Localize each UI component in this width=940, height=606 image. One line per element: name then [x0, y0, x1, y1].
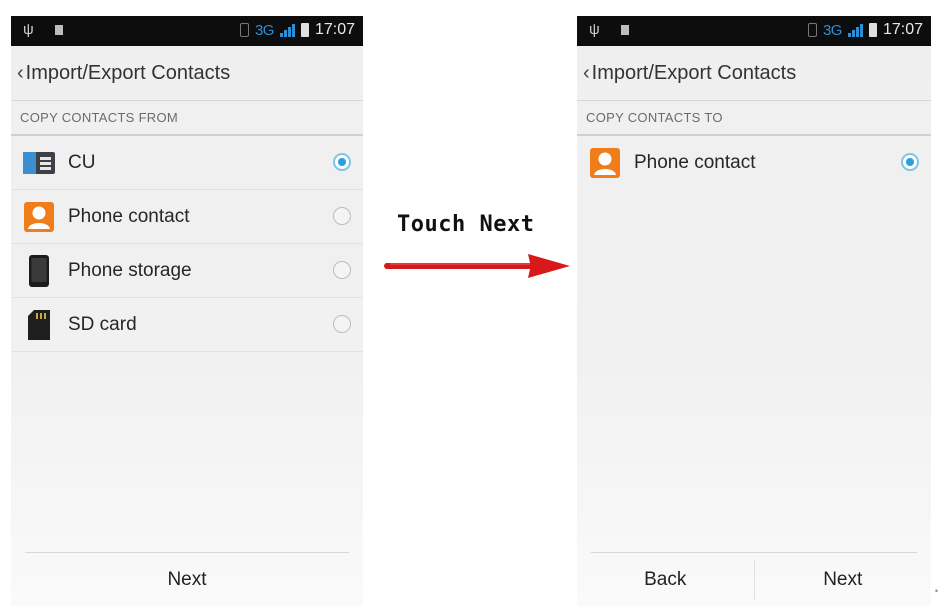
back-button[interactable]: Back: [577, 554, 754, 606]
title-bar[interactable]: ‹ Import/Export Contacts: [577, 46, 931, 101]
divider: [25, 552, 349, 553]
list-item-label: Phone contact: [68, 205, 190, 227]
right-arrow-icon: [384, 254, 570, 278]
status-bar: ψ 3G 17:07: [577, 16, 931, 46]
list-item-label: SD card: [68, 313, 137, 335]
contact-person-icon: [23, 201, 55, 233]
divider: [591, 552, 917, 553]
list-item-cu[interactable]: CU: [11, 136, 363, 190]
vibrate-icon: [239, 23, 249, 37]
source-list: CU Phone contact Phone storage SD card: [11, 136, 363, 352]
radio-button[interactable]: [333, 260, 351, 279]
section-header: COPY CONTACTS FROM: [11, 102, 363, 136]
phone-storage-icon: [23, 254, 55, 287]
phone-screen-copy-from: ψ 3G 17:07 ‹ Import/Export Contacts COPY…: [11, 16, 363, 606]
list-item-phone-storage[interactable]: Phone storage: [11, 244, 363, 298]
battery-icon: [300, 23, 309, 37]
list-item-label: Phone contact: [634, 151, 756, 173]
back-chevron-icon[interactable]: ‹: [17, 62, 24, 85]
list-item-phone-contact[interactable]: Phone contact: [577, 136, 931, 189]
phone-screen-copy-to: ψ 3G 17:07 ‹ Import/Export Contacts COPY…: [577, 16, 931, 606]
list-item-sd-card[interactable]: SD card: [11, 298, 363, 352]
instruction-text: Touch Next: [397, 212, 535, 237]
page-title: Import/Export Contacts: [25, 61, 231, 84]
instruction-annotation: Touch Next: [380, 212, 572, 292]
network-type: 3G: [822, 21, 843, 39]
list-item-phone-contact[interactable]: Phone contact: [11, 190, 363, 244]
vibrate-icon: [807, 23, 817, 37]
sim-card-icon: [23, 147, 55, 179]
signal-icon: [847, 23, 863, 37]
section-header: COPY CONTACTS TO: [577, 102, 931, 136]
usb-icon: ψ: [589, 21, 600, 38]
next-button[interactable]: Next: [755, 554, 932, 606]
title-bar[interactable]: ‹ Import/Export Contacts: [11, 46, 363, 101]
bottom-action-bar: Next: [11, 554, 363, 606]
list-item-label: CU: [68, 151, 96, 173]
status-bar: ψ 3G 17:07: [11, 16, 363, 46]
radio-button[interactable]: [333, 206, 351, 225]
network-type: 3G: [254, 21, 275, 39]
page-title: Import/Export Contacts: [591, 61, 797, 84]
notification-icon: [55, 25, 63, 35]
radio-button-selected[interactable]: [901, 152, 919, 171]
radio-button[interactable]: [333, 314, 351, 333]
bottom-action-bar: Back Next: [577, 554, 931, 606]
sd-card-icon: [23, 309, 55, 341]
signal-icon: [279, 23, 295, 37]
status-time: 17:07: [882, 21, 923, 38]
status-time: 17:07: [314, 21, 355, 38]
list-item-label: Phone storage: [68, 259, 192, 281]
contact-person-icon: [589, 147, 621, 179]
notification-icon: [621, 25, 629, 35]
next-button[interactable]: Next: [11, 554, 363, 606]
back-chevron-icon[interactable]: ‹: [583, 62, 590, 85]
corner-mark: •: [934, 586, 938, 596]
usb-icon: ψ: [23, 21, 34, 38]
battery-icon: [868, 23, 877, 37]
radio-button-selected[interactable]: [333, 152, 351, 171]
destination-list: Phone contact: [577, 136, 931, 189]
